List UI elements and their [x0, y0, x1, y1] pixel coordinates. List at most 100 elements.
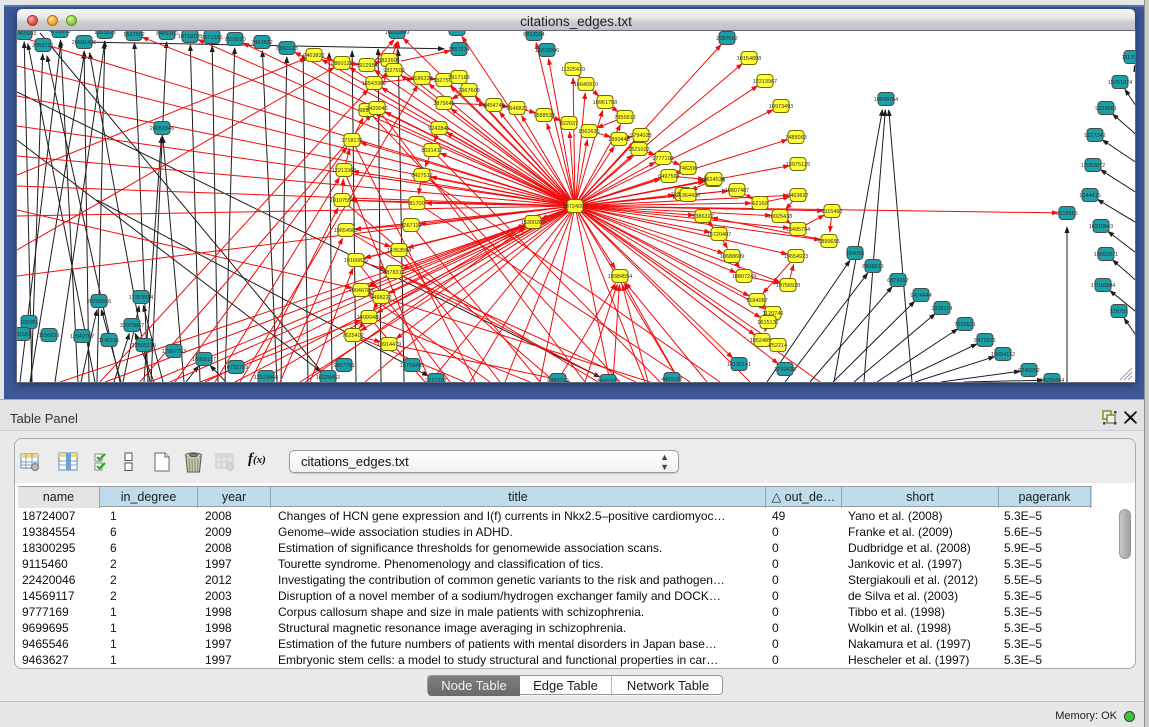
svg-text:7463822: 7463822 — [251, 40, 272, 46]
svg-text:1990443: 1990443 — [608, 137, 629, 143]
svg-text:4439167: 4439167 — [661, 377, 682, 382]
svg-text:81700: 81700 — [409, 201, 424, 207]
svg-text:822037: 822037 — [560, 121, 578, 127]
svg-text:9217207: 9217207 — [425, 378, 446, 382]
svg-text:8471676: 8471676 — [974, 338, 995, 344]
svg-text:12923468: 12923468 — [254, 375, 278, 381]
svg-text:9242845: 9242845 — [428, 126, 449, 132]
svg-text:9245052: 9245052 — [1018, 368, 1039, 374]
svg-text:7625402: 7625402 — [342, 333, 363, 339]
svg-text:2055721: 2055721 — [32, 43, 53, 49]
svg-text:3875645: 3875645 — [433, 101, 454, 107]
svg-text:2087662: 2087662 — [716, 36, 737, 42]
svg-text:19654982: 19654982 — [334, 228, 358, 234]
svg-text:16640910: 16640910 — [574, 82, 598, 88]
svg-text:13975125: 13975125 — [786, 162, 810, 168]
svg-text:8912954: 8912954 — [356, 63, 377, 69]
svg-text:7515520: 7515520 — [224, 37, 245, 43]
svg-text:8878312: 8878312 — [383, 270, 404, 276]
svg-text:10958117: 10958117 — [192, 357, 216, 363]
svg-text:7386322: 7386322 — [692, 214, 713, 220]
svg-text:6497568: 6497568 — [658, 174, 679, 180]
svg-text:9184067: 9184067 — [746, 298, 767, 304]
svg-text:12505135: 12505135 — [132, 343, 156, 349]
svg-text:3267110: 3267110 — [400, 223, 421, 229]
svg-text:1839221: 1839221 — [446, 31, 467, 33]
svg-text:19654923: 19654923 — [784, 254, 808, 260]
svg-text:8031417: 8031417 — [421, 148, 442, 154]
svg-text:19914479: 19914479 — [377, 342, 401, 348]
svg-text:9474444: 9474444 — [910, 293, 931, 299]
svg-text:2935114: 2935114 — [931, 306, 952, 312]
svg-text:9671355: 9671355 — [201, 35, 222, 41]
svg-text:1733426: 1733426 — [774, 367, 795, 373]
svg-text:11325419: 11325419 — [561, 67, 585, 73]
svg-text:5682115: 5682115 — [597, 379, 618, 382]
svg-text:116753: 116753 — [1110, 309, 1128, 315]
svg-text:14099489: 14099489 — [357, 315, 381, 321]
svg-text:1244415: 1244415 — [1079, 193, 1100, 199]
svg-text:6899695: 6899695 — [818, 239, 839, 245]
svg-text:15716485: 15716485 — [400, 363, 424, 369]
svg-text:8427512: 8427512 — [411, 173, 432, 179]
svg-text:8860123: 8860123 — [331, 61, 352, 67]
svg-text:9115460: 9115460 — [821, 209, 842, 215]
svg-text:22455603: 22455603 — [17, 31, 36, 37]
svg-text:17353934: 17353934 — [129, 295, 153, 301]
svg-text:8454749: 8454749 — [483, 103, 504, 109]
svg-text:12213967: 12213967 — [753, 79, 777, 85]
svg-text:16782759: 16782759 — [224, 365, 248, 371]
svg-text:32975867: 32975867 — [120, 323, 144, 329]
svg-text:10228452: 10228452 — [316, 375, 340, 381]
svg-text:10654112: 10654112 — [991, 352, 1015, 358]
svg-text:16543362: 16543362 — [362, 81, 386, 87]
svg-text:19166825: 19166825 — [344, 258, 368, 264]
svg-text:17957253: 17957253 — [162, 349, 186, 355]
svg-text:10688609: 10688609 — [720, 254, 744, 260]
svg-text:20206556: 20206556 — [87, 299, 111, 305]
svg-text:2967608: 2967608 — [458, 88, 479, 94]
svg-text:19384554: 19384554 — [608, 274, 632, 280]
svg-text:746206: 746206 — [679, 166, 697, 172]
svg-text:20691406: 20691406 — [72, 40, 96, 46]
svg-text:4735650: 4735650 — [49, 31, 70, 35]
svg-text:1156829: 1156829 — [38, 333, 59, 339]
svg-text:1588520: 1588520 — [533, 113, 554, 119]
svg-text:7857224: 7857224 — [448, 47, 469, 53]
svg-text:10025438: 10025438 — [768, 214, 792, 220]
svg-text:185081: 185081 — [20, 320, 38, 326]
svg-text:7463822: 7463822 — [303, 53, 324, 59]
svg-text:14353594: 14353594 — [387, 248, 411, 254]
svg-text:19756928: 19756928 — [776, 283, 800, 289]
svg-text:10807487: 10807487 — [725, 188, 749, 194]
svg-text:1527602: 1527602 — [123, 32, 144, 38]
svg-text:21364436: 21364436 — [676, 193, 700, 199]
svg-text:10648764: 10648764 — [874, 97, 898, 103]
svg-text:9794028: 9794028 — [630, 133, 651, 139]
svg-text:12213363: 12213363 — [332, 168, 356, 174]
svg-text:19218906: 19218906 — [535, 48, 559, 54]
svg-text:3498222: 3498222 — [370, 295, 391, 301]
svg-text:16210643: 16210643 — [1089, 224, 1113, 230]
svg-text:10046786: 10046786 — [349, 288, 373, 294]
svg-text:12093872: 12093872 — [1081, 163, 1105, 169]
svg-text:14136141: 14136141 — [727, 362, 751, 368]
svg-text:7632621: 7632621 — [954, 322, 975, 328]
svg-text:20053346: 20053346 — [150, 126, 174, 132]
svg-text:9227342: 9227342 — [1084, 133, 1105, 139]
svg-text:10154808: 10154808 — [737, 56, 761, 62]
svg-text:7485063: 7485063 — [785, 135, 806, 141]
svg-text:15751074: 15751074 — [1108, 80, 1132, 86]
svg-text:9329961: 9329961 — [1095, 106, 1116, 112]
svg-text:391581: 391581 — [17, 332, 31, 338]
svg-text:3215955: 3215955 — [1056, 211, 1077, 217]
svg-text:10719155: 10719155 — [178, 34, 202, 40]
svg-text:8860123: 8860123 — [276, 46, 297, 52]
svg-text:9463627: 9463627 — [787, 193, 808, 199]
svg-text:10973493: 10973493 — [769, 104, 793, 110]
svg-text:6879197: 6879197 — [887, 278, 908, 284]
svg-text:1065328: 1065328 — [94, 31, 115, 36]
svg-text:8186328: 8186328 — [411, 76, 432, 82]
svg-text:13495794: 13495794 — [786, 227, 810, 233]
svg-text:10961758: 10961758 — [593, 100, 617, 106]
